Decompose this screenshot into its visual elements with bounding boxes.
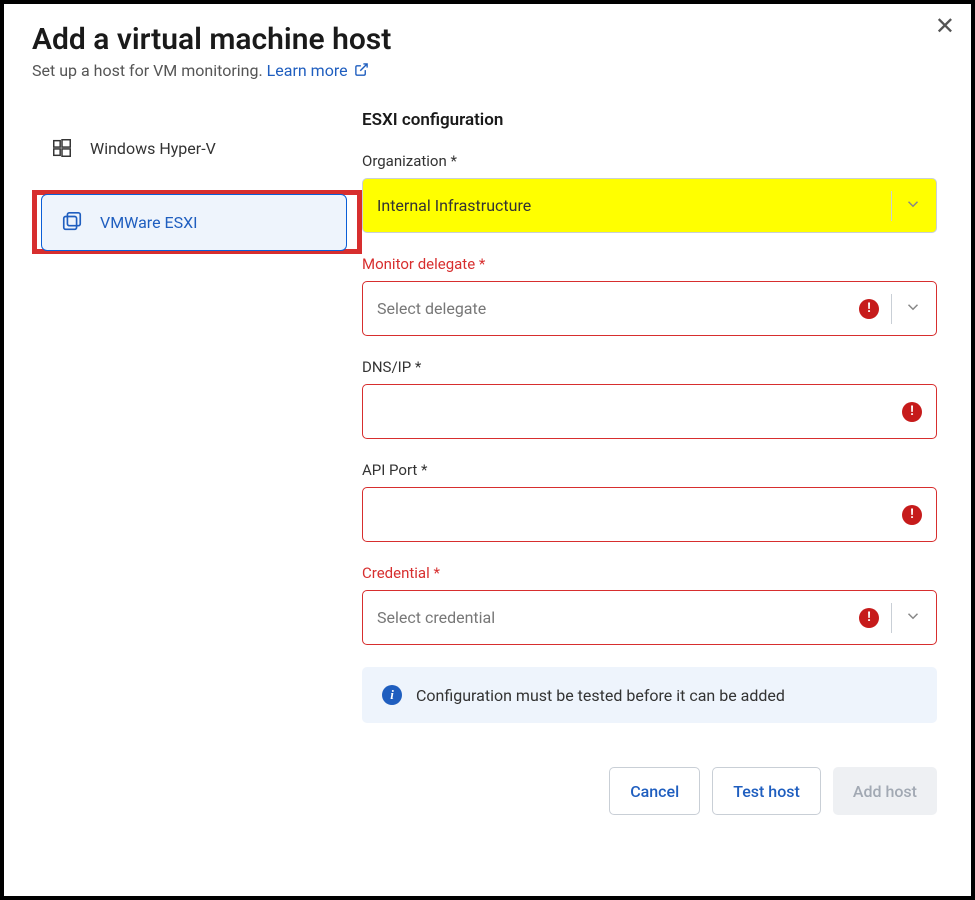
monitor-delegate-field: Monitor delegate * Select delegate ! [362,255,937,336]
error-icon: ! [859,608,879,628]
monitor-delegate-select[interactable]: Select delegate ! [362,281,937,336]
add-host-button: Add host [833,767,937,815]
cancel-button[interactable]: Cancel [609,767,700,815]
organization-label: Organization * [362,152,937,170]
chevron-down-icon [904,298,922,320]
modal-body: Windows Hyper-V VMWare ESXI ESXI configu… [32,110,943,815]
error-icon: ! [902,505,922,525]
test-host-label: Test host [733,782,800,801]
sidebar-item-label: VMWare ESXI [100,213,198,232]
api-port-input[interactable] [377,488,902,541]
info-text: Configuration must be tested before it c… [416,686,785,705]
credential-label: Credential * [362,564,937,582]
external-link-icon [354,62,369,77]
dns-ip-field: DNS/IP * ! [362,358,937,439]
sidebar-item-vmware[interactable]: VMWare ESXI [41,194,347,251]
organization-select[interactable]: Internal Infrastructure [362,178,937,233]
dns-ip-label: DNS/IP * [362,358,937,376]
credential-placeholder: Select credential [377,608,859,627]
sidebar-item-label: Windows Hyper-V [90,139,216,158]
monitor-delegate-label: Monitor delegate * [362,255,937,273]
test-host-button[interactable]: Test host [712,767,821,815]
learn-more-text: Learn more [267,61,348,80]
api-port-field: API Port * ! [362,461,937,542]
dns-ip-input[interactable] [377,385,902,438]
host-type-sidebar: Windows Hyper-V VMWare ESXI [32,110,362,815]
chevron-down-icon [904,195,922,217]
learn-more-link[interactable]: Learn more [267,61,369,80]
subtitle-text: Set up a host for VM monitoring. [32,61,267,80]
organization-value: Internal Infrastructure [377,196,879,215]
windows-icon [50,136,74,160]
credential-select[interactable]: Select credential ! [362,590,937,645]
esxi-config-form: ESXI configuration Organization * Intern… [362,110,943,815]
close-icon: ✕ [935,12,955,40]
section-title: ESXI configuration [362,110,937,130]
vmware-icon [60,210,84,234]
info-banner: i Configuration must be tested before it… [362,667,937,723]
modal-subtitle: Set up a host for VM monitoring. Learn m… [32,61,943,80]
chevron-down-icon [904,607,922,629]
select-divider [891,294,892,324]
organization-field: Organization * Internal Infrastructure [362,152,937,233]
modal-footer: Cancel Test host Add host [362,767,937,815]
add-vm-host-modal: ✕ Add a virtual machine host Set up a ho… [0,0,975,900]
dns-ip-input-wrap: ! [362,384,937,439]
sidebar-item-hyperv[interactable]: Windows Hyper-V [32,116,362,180]
select-divider [891,603,892,633]
sidebar-item-vmware-highlighted: VMWare ESXI [32,190,362,254]
credential-field: Credential * Select credential ! [362,564,937,645]
modal-title: Add a virtual machine host [32,22,943,57]
info-icon: i [382,685,402,705]
select-divider [891,191,892,221]
error-icon: ! [859,299,879,319]
api-port-input-wrap: ! [362,487,937,542]
add-host-label: Add host [853,782,917,801]
cancel-label: Cancel [630,782,679,801]
api-port-label: API Port * [362,461,937,479]
close-button[interactable]: ✕ [935,14,955,38]
error-icon: ! [902,402,922,422]
monitor-delegate-placeholder: Select delegate [377,299,859,318]
